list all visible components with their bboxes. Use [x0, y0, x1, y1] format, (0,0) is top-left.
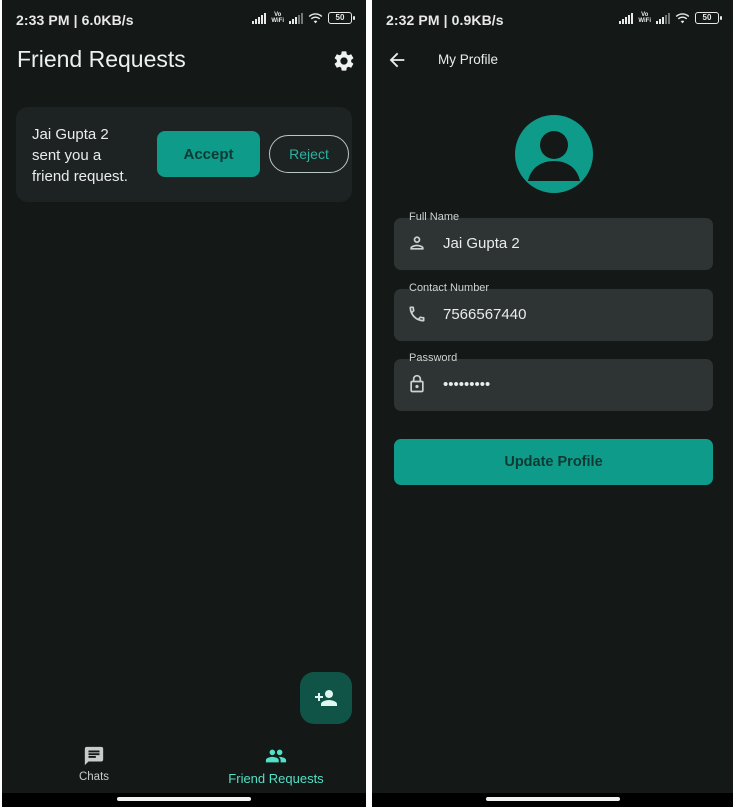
vowifi-indicator: Vo WiFi	[638, 12, 651, 24]
update-profile-button[interactable]: Update Profile	[394, 439, 713, 485]
page-title: My Profile	[438, 52, 499, 67]
gear-icon[interactable]	[332, 49, 356, 73]
lock-icon	[410, 374, 424, 393]
full-name-input[interactable]	[443, 231, 693, 255]
profile-avatar[interactable]	[515, 115, 593, 193]
people-icon	[265, 749, 287, 763]
arrow-back-icon[interactable]	[386, 49, 408, 71]
status-bar: 2:32 PM | 0.9KB/s Vo WiFi 50	[372, 0, 733, 40]
full-name-field[interactable]: Full Name	[394, 211, 713, 270]
wifi-icon	[675, 13, 690, 24]
home-indicator-bar	[372, 793, 733, 807]
password-field[interactable]: Password	[394, 352, 713, 411]
status-bar: 2:33 PM | 6.0KB/s Vo WiFi 50	[2, 0, 366, 40]
signal-icon	[619, 12, 634, 24]
nav-label-friend-requests: Friend Requests	[228, 771, 324, 786]
signal-icon-2	[289, 12, 303, 24]
phone-icon	[409, 306, 425, 322]
request-message: Jai Gupta 2 sent you a friend request.	[32, 126, 128, 185]
nav-label-chats: Chats	[78, 771, 110, 783]
status-icons: Vo WiFi 50	[252, 12, 355, 24]
battery-icon: 50	[328, 12, 355, 24]
person-circle-icon	[528, 131, 580, 181]
friend-request-card: Jai Gupta 2 sent you a friend request. A…	[16, 107, 352, 202]
accept-button[interactable]: Accept	[157, 131, 260, 177]
status-time-speed: 2:32 PM | 0.9KB/s	[386, 12, 504, 28]
status-icons: Vo WiFi 50	[619, 12, 722, 24]
vowifi-indicator: Vo WiFi	[271, 12, 284, 24]
password-label: Password	[409, 352, 458, 364]
battery-icon: 50	[695, 12, 722, 24]
signal-icon	[252, 12, 267, 24]
signal-icon-2	[656, 12, 670, 24]
friend-requests-screen: 2:33 PM | 6.0KB/s Vo WiFi 50 Friend Reque…	[2, 0, 366, 807]
nav-item-chats[interactable]: Chats	[64, 745, 124, 783]
nav-item-friend-requests[interactable]: Friend Requests	[220, 745, 332, 786]
bottom-navigation: Chats Friend Requests	[2, 735, 366, 793]
home-indicator[interactable]	[117, 797, 251, 801]
home-indicator[interactable]	[485, 797, 620, 801]
my-profile-screen: 2:32 PM | 0.9KB/s Vo WiFi 50 My Profile F…	[372, 0, 733, 807]
person-add-icon	[315, 690, 337, 706]
password-input[interactable]	[443, 372, 693, 396]
person-outline-icon	[410, 236, 424, 250]
contact-number-field[interactable]: Contact Number	[394, 282, 713, 341]
add-friend-fab[interactable]	[300, 672, 352, 724]
page-title: Friend Requests	[17, 46, 186, 72]
reject-button[interactable]: Reject	[269, 135, 349, 173]
full-name-label: Full Name	[409, 211, 460, 223]
chat-icon	[84, 746, 104, 766]
contact-number-label: Contact Number	[409, 282, 490, 294]
contact-number-input[interactable]	[443, 302, 693, 326]
home-indicator-bar	[2, 793, 366, 807]
wifi-icon	[308, 13, 323, 24]
status-time-speed: 2:33 PM | 6.0KB/s	[16, 12, 134, 28]
